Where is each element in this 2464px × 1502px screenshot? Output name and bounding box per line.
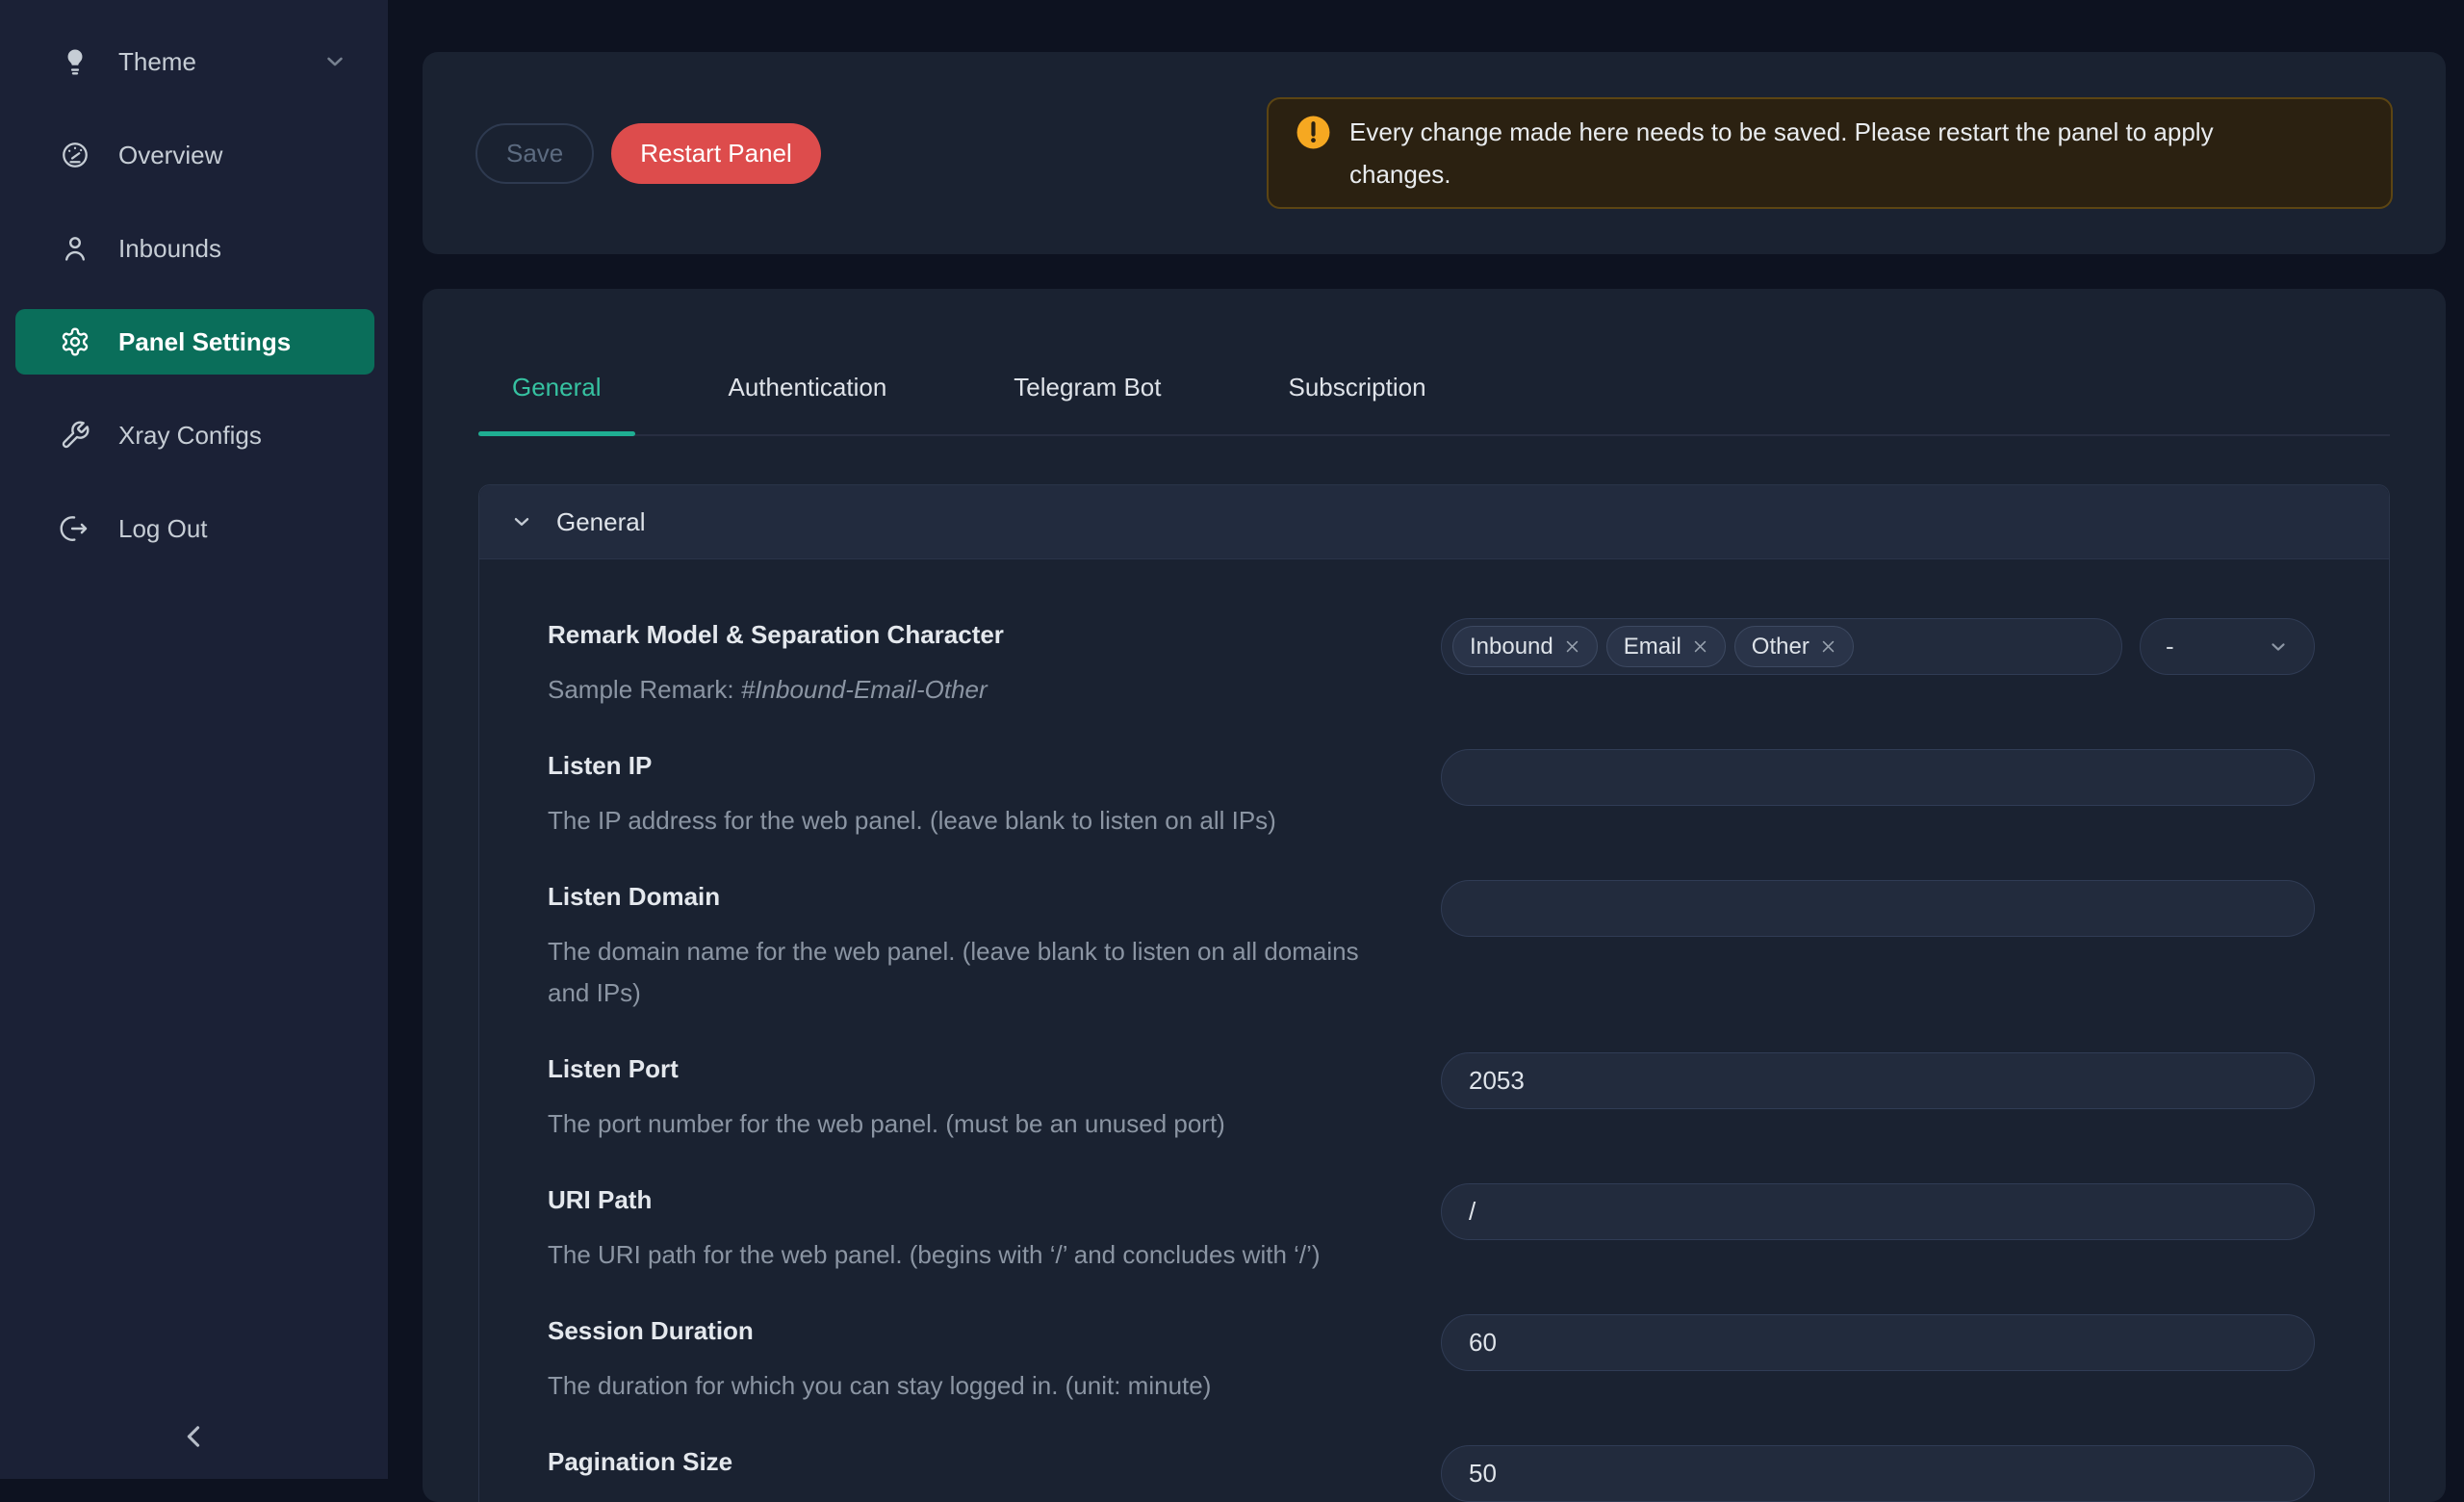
sidebar-item-xray-configs[interactable]: Xray Configs [15,402,374,468]
field-label: Session Duration [548,1314,1375,1347]
field-label: Remark Model & Separation Character [548,618,1375,651]
restart-warning-alert: Every change made here needs to be saved… [1267,97,2393,209]
tab-authentication[interactable]: Authentication [695,371,921,434]
tag-remove-icon[interactable] [1692,638,1708,655]
field-description: Sample Remark: #Inbound-Email-Other [548,669,1375,711]
general-collapse: General Remark Model & Separation Charac… [478,484,2390,1502]
listen-domain-input[interactable] [1441,880,2315,937]
person-icon [60,233,90,264]
chevron-down-icon [2268,636,2289,658]
tab-label: General [512,373,602,401]
tag-label: Other [1752,634,1810,660]
tab-bar: General Authentication Telegram Bot Subs… [478,289,2390,436]
field-label: Listen Port [548,1052,1375,1085]
general-form: Remark Model & Separation Character Samp… [479,559,2389,1502]
sidebar-item-label: Overview [118,141,222,170]
sidebar-item-label: Xray Configs [118,421,262,451]
sidebar-item-label: Log Out [118,514,208,544]
sidebar-item-label: Theme [118,47,196,77]
sidebar-collapse-button[interactable] [0,1419,388,1454]
save-button[interactable]: Save [475,123,594,184]
warning-icon [1296,115,1331,150]
form-row-listen-ip: Listen IP The IP address for the web pan… [548,749,2315,842]
tag-inbound: Inbound [1452,626,1598,667]
form-row-listen-port: Listen Port The port number for the web … [548,1052,2315,1145]
form-row-pagination-size: Pagination Size [548,1445,2315,1502]
main-content: Save Restart Panel Every change made her… [388,0,2464,1479]
field-label: Listen IP [548,749,1375,782]
remark-model-multiselect[interactable]: Inbound Email Other [1441,618,2122,675]
sidebar: Theme Overview Inbounds Panel Settings X… [0,0,388,1479]
form-row-remark-model-separation-character: Remark Model & Separation Character Samp… [548,618,2315,711]
tag-label: Inbound [1470,634,1553,660]
tab-subscription[interactable]: Subscription [1254,371,1459,434]
sidebar-item-panel-settings[interactable]: Panel Settings [15,309,374,375]
chevron-down-icon [510,510,533,533]
tag-other: Other [1734,626,1854,667]
field-description: The IP address for the web panel. (leave… [548,800,1375,842]
tag-remove-icon[interactable] [1820,638,1836,655]
tag-label: Email [1624,634,1681,660]
sidebar-item-inbounds[interactable]: Inbounds [15,216,374,281]
sidebar-item-log-out[interactable]: Log Out [15,496,374,561]
alert-text: Every change made here needs to be saved… [1349,111,2259,195]
tab-label: Authentication [729,373,887,401]
uri-path-input[interactable] [1441,1183,2315,1240]
field-description: The duration for which you can stay logg… [548,1365,1375,1407]
form-row-uri-path: URI Path The URI path for the web panel.… [548,1183,2315,1276]
pagination-size-input[interactable] [1441,1445,2315,1502]
chevron-down-icon [322,49,347,74]
sidebar-item-overview[interactable]: Overview [15,122,374,188]
field-label: Listen Domain [548,880,1375,913]
logout-icon [60,513,90,544]
tab-general[interactable]: General [478,371,635,434]
field-description: The port number for the web panel. (must… [548,1103,1375,1145]
form-row-session-duration: Session Duration The duration for which … [548,1314,2315,1407]
general-collapse-header[interactable]: General [479,485,2389,559]
sidebar-item-theme[interactable]: Theme [15,29,374,94]
chevron-left-icon [178,1420,211,1453]
restart-panel-button[interactable]: Restart Panel [611,123,821,184]
section-title: General [556,507,646,537]
gauge-icon [60,140,90,170]
separator-select-value: - [2166,632,2174,661]
sidebar-item-label: Inbounds [118,234,221,264]
field-label: URI Path [548,1183,1375,1216]
toolbar-card: Save Restart Panel Every change made her… [423,52,2446,254]
field-description: The URI path for the web panel. (begins … [548,1234,1375,1276]
gear-icon [60,326,90,357]
tab-label: Subscription [1288,373,1425,401]
tag-email: Email [1606,626,1726,667]
sidebar-nav: Theme Overview Inbounds Panel Settings X… [0,29,388,561]
session-duration-input[interactable] [1441,1314,2315,1371]
listen-ip-input[interactable] [1441,749,2315,806]
tab-telegram-bot[interactable]: Telegram Bot [980,371,1194,434]
tab-label: Telegram Bot [1014,373,1161,401]
field-description: The domain name for the web panel. (leav… [548,931,1375,1014]
field-label: Pagination Size [548,1445,1375,1478]
tag-remove-icon[interactable] [1564,638,1580,655]
settings-card: General Authentication Telegram Bot Subs… [423,289,2446,1502]
listen-port-input[interactable] [1441,1052,2315,1109]
wrench-icon [60,420,90,451]
bulb-icon [60,46,90,77]
form-row-listen-domain: Listen Domain The domain name for the we… [548,880,2315,1014]
sidebar-item-label: Panel Settings [118,327,291,357]
separator-select[interactable]: - [2140,618,2315,675]
